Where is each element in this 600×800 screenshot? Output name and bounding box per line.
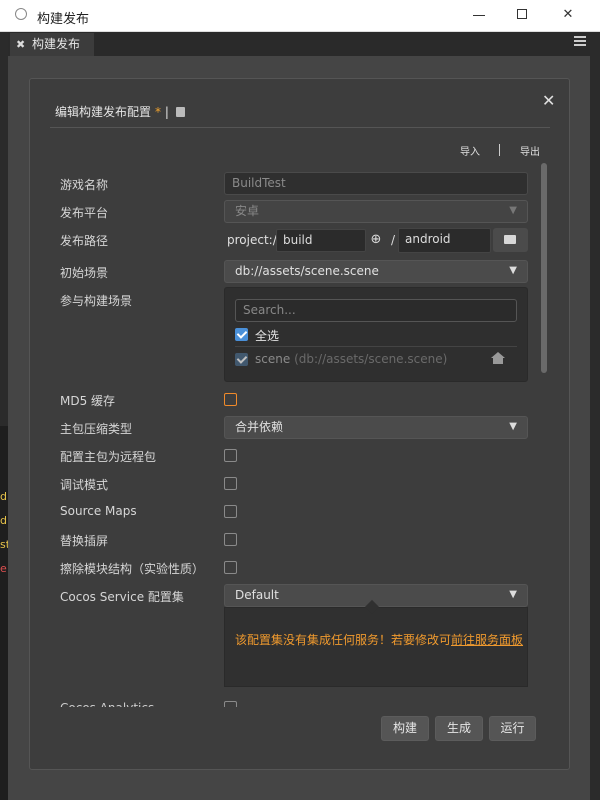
path-separator: /: [391, 233, 396, 247]
import-button[interactable]: 导入: [460, 143, 480, 158]
tab-build-publish[interactable]: ✖ 构建发布: [10, 33, 94, 56]
replace-splash-label: 替换插屏: [60, 534, 109, 548]
window-close-button[interactable]: ✕: [553, 5, 583, 25]
debug-mode-checkbox[interactable]: [224, 477, 237, 490]
folder-icon: [504, 235, 516, 244]
import-export-separator: [499, 144, 500, 156]
hamburger-icon: [574, 36, 586, 38]
debug-mode-label: 调试模式: [60, 478, 109, 492]
remote-bundle-checkbox[interactable]: [224, 449, 237, 462]
erase-module-checkbox[interactable]: [224, 561, 237, 574]
service-panel-link[interactable]: 前往服务面板: [451, 633, 523, 647]
notice-message: 该配置集没有集成任何服务！若要修改可: [235, 633, 452, 647]
scene-list-panel: Search... 全选 scene (db://assets/scene.sc…: [224, 287, 528, 382]
cocos-service-value: Default: [235, 588, 279, 602]
title-divider: [50, 127, 550, 128]
source-maps-label: Source Maps: [60, 504, 137, 518]
included-scenes-label: 参与构建场景: [60, 294, 133, 308]
tab-label: 构建发布: [32, 37, 81, 51]
window-titlebar: 构建发布 ✕: [0, 0, 600, 32]
minimize-icon: [473, 15, 485, 16]
background-log-row: d: [0, 490, 7, 503]
caret-down-icon: ▼: [509, 589, 517, 600]
build-config-dialog: 编辑构建发布配置 * | ✕ 导入 导出 游戏名称 BuildTest 发布平台 …: [29, 78, 570, 770]
compression-select[interactable]: 合并依赖 ▼: [224, 416, 528, 439]
reveal-path-button[interactable]: ⊕: [366, 229, 386, 252]
make-button[interactable]: 生成: [435, 716, 483, 741]
build-path-prefix: project://: [227, 233, 281, 247]
platform-folder-input[interactable]: android: [398, 228, 491, 253]
game-name-label: 游戏名称: [60, 178, 109, 192]
app-logo-icon: [15, 8, 27, 20]
tools-icon: ✖: [16, 38, 26, 51]
list-item: scene (db://assets/scene.scene): [255, 352, 447, 366]
compression-label: 主包压缩类型: [60, 422, 133, 436]
build-folder-input[interactable]: build: [276, 229, 366, 252]
compression-value: 合并依赖: [235, 420, 284, 434]
start-scene-select[interactable]: db://assets/scene.scene ▼: [224, 260, 528, 283]
browse-folder-button[interactable]: [493, 228, 528, 252]
start-scene-label: 初始场景: [60, 266, 109, 280]
background-log-row: st: [0, 538, 8, 551]
dialog-title: 编辑构建发布配置 * |: [55, 103, 185, 120]
service-notice-text: 该配置集没有集成任何服务！若要修改可前往服务面板: [235, 628, 525, 652]
background-log-row: e: [0, 562, 7, 575]
scene-search-input[interactable]: Search...: [235, 299, 517, 322]
close-icon: ✕: [542, 91, 556, 110]
start-scene-value: db://assets/scene.scene: [235, 264, 379, 278]
md5-cache-label: MD5 缓存: [60, 394, 116, 408]
dialog-close-button[interactable]: ✕: [542, 91, 555, 110]
caret-down-icon: ▼: [509, 205, 517, 216]
scene-checkbox[interactable]: [235, 353, 248, 366]
platform-select[interactable]: 安卓 ▼: [224, 200, 528, 223]
close-icon: ✕: [562, 7, 574, 22]
source-maps-checkbox[interactable]: [224, 505, 237, 518]
background-log-row: d: [0, 514, 7, 527]
window-title: 构建发布: [37, 12, 90, 27]
caret-down-icon: ▼: [509, 265, 517, 276]
minimize-button[interactable]: [464, 5, 494, 25]
run-button[interactable]: 运行: [489, 716, 536, 741]
select-all-checkbox[interactable]: [235, 328, 248, 341]
maximize-button[interactable]: [507, 5, 537, 25]
platform-label: 发布平台: [60, 206, 109, 220]
cocos-service-label: Cocos Service 配置集: [60, 590, 184, 604]
md5-cache-checkbox[interactable]: [224, 393, 237, 406]
erase-module-label: 擦除模块结构（实验性质）: [60, 562, 205, 576]
scene-path: (db://assets/scene.scene): [294, 352, 448, 366]
title-separator: |: [164, 105, 169, 119]
maximize-icon: [517, 9, 527, 19]
remote-bundle-label: 配置主包为远程包: [60, 450, 157, 464]
select-all-label: 全选: [255, 329, 280, 343]
game-name-input[interactable]: BuildTest: [224, 172, 528, 195]
panel-tabstrip: ✖ 构建发布: [8, 32, 590, 56]
book-icon[interactable]: [175, 107, 185, 117]
modified-marker: *: [155, 105, 162, 119]
export-button[interactable]: 导出: [520, 143, 540, 158]
replace-splash-checkbox[interactable]: [224, 533, 237, 546]
build-button[interactable]: 构建: [381, 716, 429, 741]
caret-down-icon: ▼: [509, 421, 517, 432]
platform-value: 安卓: [235, 204, 260, 218]
zoom-in-icon: ⊕: [370, 232, 382, 247]
service-notice: 该配置集没有集成任何服务！若要修改可前往服务面板: [224, 599, 528, 687]
panel-menu-button[interactable]: [574, 36, 586, 48]
build-path-label: 发布路径: [60, 234, 109, 248]
dialog-title-text: 编辑构建发布配置: [55, 105, 152, 119]
home-icon[interactable]: [490, 352, 505, 365]
scene-list-divider: [235, 346, 517, 347]
background-console: d d st e: [0, 426, 8, 800]
analytics-checkbox[interactable]: [224, 701, 237, 707]
dialog-scrollbar[interactable]: [541, 163, 547, 373]
scene-name: scene: [255, 352, 291, 366]
